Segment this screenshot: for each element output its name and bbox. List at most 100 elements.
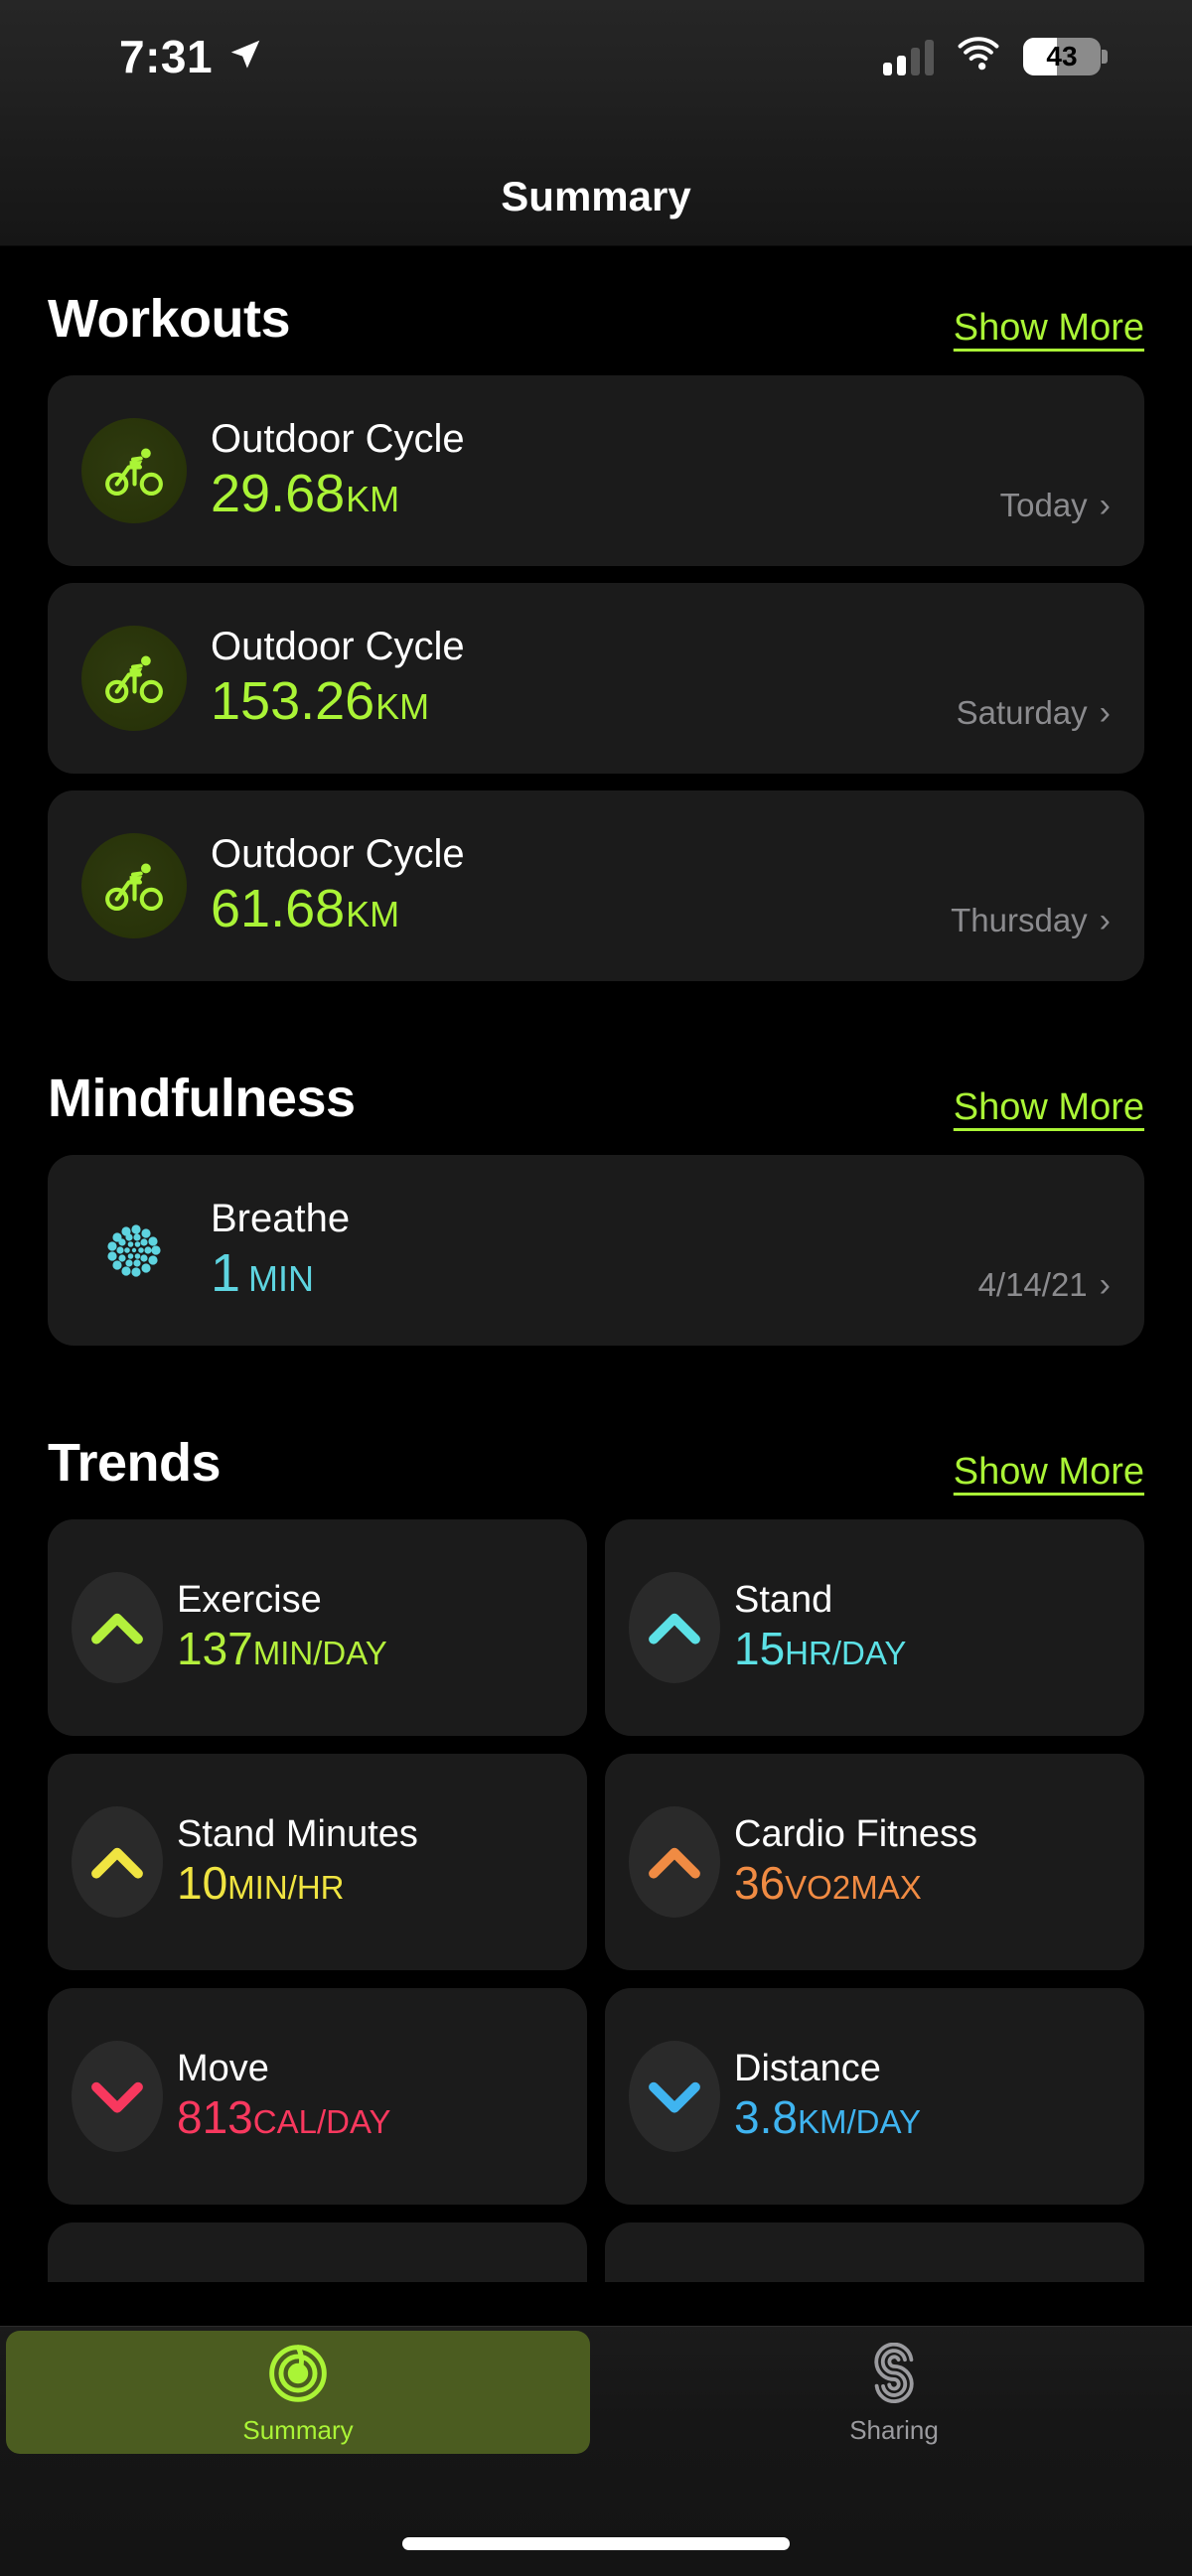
mindfulness-info: Breathe 1 MIN xyxy=(211,1197,350,1304)
workout-value: 153.26 KM xyxy=(211,670,465,732)
workouts-list: Outdoor Cycle 29.68 KM Today › Outdoor C… xyxy=(48,375,1144,981)
trend-value: 15 HR/DAY xyxy=(734,1622,906,1676)
workout-date: Saturday xyxy=(956,694,1088,731)
trend-tile-stand-minutes[interactable]: Stand Minutes 10 MIN/HR xyxy=(48,1754,587,1970)
trend-tile-move[interactable]: Move 813 CAL/DAY xyxy=(48,1988,587,2205)
trend-value-unit: CAL/DAY xyxy=(252,2103,391,2141)
chevron-right-icon: › xyxy=(1099,1266,1111,1304)
workout-meta: Today › xyxy=(1000,487,1111,524)
tab-summary-label: Summary xyxy=(242,2414,354,2445)
trend-info: Stand 15 HR/DAY xyxy=(734,1579,906,1677)
trend-name: Stand Minutes xyxy=(177,1812,418,1855)
page-title: Summary xyxy=(501,172,691,219)
chevron-up-icon xyxy=(629,1572,720,1683)
trend-name: Stand xyxy=(734,1578,833,1621)
trend-value-unit: MIN/DAY xyxy=(252,1635,387,1672)
workout-row[interactable]: Outdoor Cycle 29.68 KM Today › xyxy=(48,375,1144,566)
mindfulness-row[interactable]: Breathe 1 MIN 4/14/21 › xyxy=(48,1155,1144,1346)
chevron-down-icon xyxy=(629,2041,720,2152)
trend-value: 10 MIN/HR xyxy=(177,1856,418,1911)
chevron-right-icon: › xyxy=(1099,694,1111,732)
trend-value: 813 CAL/DAY xyxy=(177,2090,391,2145)
mindfulness-value: 1 MIN xyxy=(211,1242,350,1304)
trend-value-number: 813 xyxy=(177,2091,253,2144)
workout-date: Today xyxy=(999,487,1088,523)
trend-value: 3.8 KM/DAY xyxy=(734,2090,921,2145)
mindfulness-value-number: 1 xyxy=(211,1242,241,1303)
trend-value-unit: HR/DAY xyxy=(785,1635,907,1672)
trend-info: Exercise 137 MIN/DAY xyxy=(177,1579,387,1677)
trends-section-header: Trends Show More xyxy=(48,1362,1144,1519)
trend-info: Cardio Fitness 36 VO2MAX xyxy=(734,1813,977,1912)
workout-meta: Thursday › xyxy=(951,902,1111,939)
trend-info: Distance 3.8 KM/DAY xyxy=(734,2048,921,2146)
workouts-title: Workouts xyxy=(48,289,291,349)
workout-value-unit: KM xyxy=(346,893,400,934)
navigation-bar: Summary xyxy=(0,147,1192,246)
trend-tile-cardio-fitness[interactable]: Cardio Fitness 36 VO2MAX xyxy=(605,1754,1144,1970)
battery-icon: 43 xyxy=(1023,37,1108,75)
summary-target-icon xyxy=(267,2343,329,2409)
battery-level-label: 43 xyxy=(1046,40,1078,72)
trend-tile-partial[interactable] xyxy=(605,2222,1144,2282)
trend-info: Stand Minutes 10 MIN/HR xyxy=(177,1813,418,1912)
trend-value-number: 137 xyxy=(177,1623,253,1675)
trend-name: Distance xyxy=(734,2047,881,2089)
mindfulness-show-more-link[interactable]: Show More xyxy=(954,1086,1144,1129)
cycling-icon xyxy=(81,626,187,731)
chevron-up-icon xyxy=(629,1806,720,1918)
tab-summary[interactable]: Summary xyxy=(6,2331,590,2454)
status-bar: 7:31 43 xyxy=(0,0,1192,147)
mindfulness-name: Breathe xyxy=(211,1196,351,1240)
status-bar-left: 7:31 xyxy=(119,34,264,79)
workout-info: Outdoor Cycle 153.26 KM xyxy=(211,625,465,732)
mindfulness-section-header: Mindfulness Show More xyxy=(48,998,1144,1155)
workout-meta: Saturday › xyxy=(957,694,1111,732)
workout-name: Outdoor Cycle xyxy=(211,416,465,461)
breathe-icon xyxy=(81,1198,187,1303)
trend-tile-distance[interactable]: Distance 3.8 KM/DAY xyxy=(605,1988,1144,2205)
trend-name: Exercise xyxy=(177,1578,322,1621)
trends-grid: Exercise 137 MIN/DAY Stand 15 HR/DAY Sta… xyxy=(48,1519,1144,2282)
trend-tile-exercise[interactable]: Exercise 137 MIN/DAY xyxy=(48,1519,587,1736)
trend-name: Cardio Fitness xyxy=(734,1812,977,1855)
workout-name: Outdoor Cycle xyxy=(211,831,465,876)
workouts-section-header: Workouts Show More xyxy=(48,246,1144,375)
workouts-show-more-link[interactable]: Show More xyxy=(954,307,1144,350)
trend-value-number: 36 xyxy=(734,1857,786,1910)
trend-tile-stand[interactable]: Stand 15 HR/DAY xyxy=(605,1519,1144,1736)
workout-row[interactable]: Outdoor Cycle 153.26 KM Saturday › xyxy=(48,583,1144,774)
trend-tile-partial[interactable] xyxy=(48,2222,587,2282)
mindfulness-date: 4/14/21 xyxy=(977,1266,1088,1303)
trend-value-unit: MIN/HR xyxy=(227,1869,345,1907)
trend-value-unit: VO2MAX xyxy=(785,1869,922,1907)
mindfulness-meta: 4/14/21 › xyxy=(978,1266,1111,1304)
cellular-signal-icon xyxy=(883,38,934,75)
workout-value-number: 29.68 xyxy=(211,463,346,523)
workout-row[interactable]: Outdoor Cycle 61.68 KM Thursday › xyxy=(48,790,1144,981)
workout-value-number: 61.68 xyxy=(211,878,346,938)
trend-value-number: 3.8 xyxy=(734,2091,798,2144)
tab-sharing[interactable]: Sharing xyxy=(602,2331,1186,2454)
cycling-icon xyxy=(81,833,187,938)
trends-show-more-link[interactable]: Show More xyxy=(954,1451,1144,1494)
workout-value-unit: KM xyxy=(346,478,400,519)
status-bar-clock: 7:31 xyxy=(119,31,214,82)
mindfulness-value-unit: MIN xyxy=(248,1257,315,1299)
workout-value-number: 153.26 xyxy=(211,670,375,731)
workout-name: Outdoor Cycle xyxy=(211,624,465,668)
trends-title: Trends xyxy=(48,1433,222,1493)
tab-sharing-label: Sharing xyxy=(849,2414,939,2445)
chevron-down-icon xyxy=(72,2041,163,2152)
trend-value: 137 MIN/DAY xyxy=(177,1622,387,1676)
scroll-content[interactable]: Workouts Show More Outdoor Cycle 29.68 KM xyxy=(0,246,1192,2282)
trend-info: Move 813 CAL/DAY xyxy=(177,2048,391,2146)
cycling-icon xyxy=(81,418,187,523)
trend-value-number: 15 xyxy=(734,1623,786,1675)
trend-value-unit: KM/DAY xyxy=(797,2103,922,2141)
tab-bar: Summary Sharing xyxy=(0,2326,1192,2576)
home-indicator[interactable] xyxy=(402,2537,790,2550)
chevron-right-icon: › xyxy=(1099,487,1111,524)
trend-name: Move xyxy=(177,2047,269,2089)
workout-info: Outdoor Cycle 61.68 KM xyxy=(211,832,465,939)
